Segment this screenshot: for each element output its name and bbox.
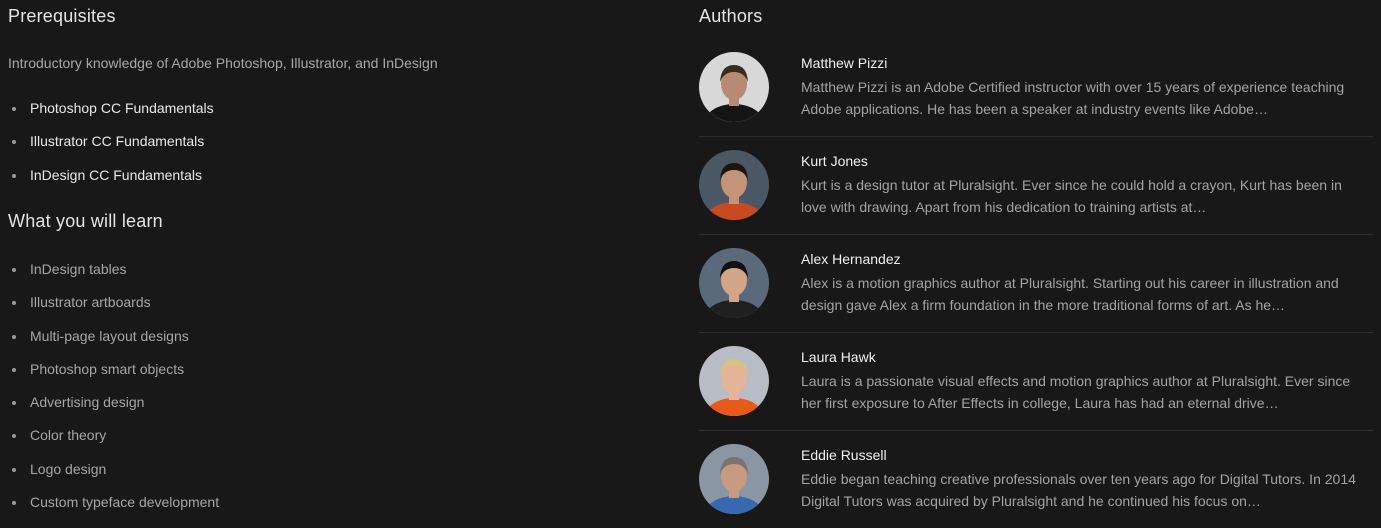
prerequisite-course-link[interactable]: Illustrator CC Fundamentals [30, 133, 204, 149]
author-avatar[interactable] [699, 248, 769, 318]
bullet-icon [12, 434, 16, 439]
prerequisite-courses-list: Photoshop CC Fundamentals Illustrator CC… [8, 99, 214, 199]
author-avatar[interactable] [699, 150, 769, 220]
avatar-portrait-icon [699, 346, 769, 416]
author-bio: Alex is a motion graphics author at Plur… [801, 275, 1339, 313]
prerequisite-course-item[interactable]: Illustrator CC Fundamentals [8, 132, 214, 165]
author-name[interactable]: Alex Hernandez [801, 251, 901, 267]
bullet-icon [12, 467, 16, 472]
learn-item-text: InDesign tables [30, 261, 127, 277]
author-name[interactable]: Kurt Jones [801, 153, 868, 169]
prerequisite-course-link[interactable]: Photoshop CC Fundamentals [30, 100, 214, 116]
author-card[interactable]: Laura Hawk Laura is a passionate visual … [699, 333, 1373, 431]
learn-item-text: Illustrator artboards [30, 294, 151, 311]
learn-item-text: Advertising design [30, 394, 145, 411]
author-card[interactable]: Alex Hernandez Alex is a motion graphics… [699, 235, 1373, 333]
learn-heading: What you will learn [8, 211, 163, 231]
learn-item: Photoshop smart objects [8, 360, 219, 393]
learn-item: InDesign tables [8, 260, 219, 293]
bullet-icon [12, 301, 16, 306]
prerequisites-heading: Prerequisites [8, 6, 116, 26]
authors-list: Matthew Pizzi Matthew Pizzi is an Adobe … [699, 39, 1373, 528]
avatar-portrait-icon [699, 248, 769, 318]
bullet-icon [12, 140, 16, 145]
author-name[interactable]: Laura Hawk [801, 349, 876, 365]
author-avatar[interactable] [699, 52, 769, 122]
learn-item: Advertising design [8, 393, 219, 426]
author-card[interactable]: Eddie Russell Eddie began teaching creat… [699, 431, 1373, 528]
bullet-icon [12, 334, 16, 339]
avatar-portrait-icon [699, 52, 769, 122]
prerequisites-description: Introductory knowledge of Adobe Photosho… [8, 55, 438, 71]
bullet-icon [12, 401, 16, 406]
bullet-icon [12, 367, 16, 372]
author-card[interactable]: Matthew Pizzi Matthew Pizzi is an Adobe … [699, 39, 1373, 137]
prerequisite-course-item[interactable]: InDesign CC Fundamentals [8, 166, 214, 199]
author-name[interactable]: Matthew Pizzi [801, 55, 887, 71]
avatar-portrait-icon [699, 444, 769, 514]
author-card[interactable]: Kurt Jones Kurt is a design tutor at Plu… [699, 137, 1373, 235]
author-avatar[interactable] [699, 444, 769, 514]
learn-item-text: Multi-page layout designs [30, 327, 189, 344]
avatar-portrait-icon [699, 150, 769, 220]
author-bio: Eddie began teaching creative profession… [801, 471, 1356, 509]
learn-item: Custom typeface development [8, 493, 219, 526]
author-name[interactable]: Eddie Russell [801, 447, 887, 463]
bullet-icon [12, 268, 16, 272]
bullet-icon [12, 501, 16, 506]
authors-heading: Authors [699, 6, 763, 26]
learn-item: Illustrator artboards [8, 293, 219, 326]
learn-item: Multi-page layout designs [8, 327, 219, 360]
bullet-icon [12, 107, 16, 111]
learn-item-text: Logo design [30, 460, 107, 477]
author-bio: Matthew Pizzi is an Adobe Certified inst… [801, 79, 1345, 117]
author-avatar[interactable] [699, 346, 769, 416]
learn-item-text: Color theory [30, 427, 107, 444]
prerequisite-course-link[interactable]: InDesign CC Fundamentals [30, 167, 202, 183]
learn-item-text: Photoshop smart objects [30, 360, 185, 377]
author-bio: Laura is a passionate visual effects and… [801, 373, 1351, 411]
learn-list: InDesign tables Illustrator artboards Mu… [8, 260, 219, 526]
prerequisite-course-item[interactable]: Photoshop CC Fundamentals [8, 99, 214, 132]
author-bio: Kurt is a design tutor at Pluralsight. E… [801, 177, 1342, 215]
bullet-icon [12, 173, 16, 178]
learn-item: Logo design [8, 460, 219, 493]
learn-item: Color theory [8, 426, 219, 459]
learn-item-text: Custom typeface development [30, 494, 220, 511]
